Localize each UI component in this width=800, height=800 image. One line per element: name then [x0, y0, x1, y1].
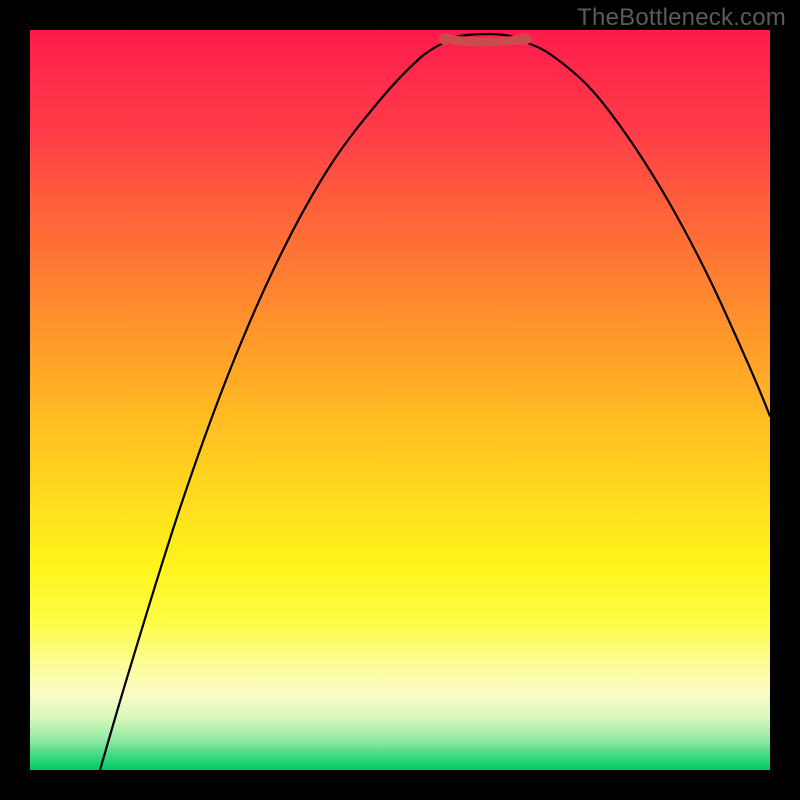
watermark-text: TheBottleneck.com — [577, 4, 786, 32]
chart-frame: TheBottleneck.com — [0, 0, 800, 800]
curve-svg — [30, 30, 770, 770]
highlight-segment — [445, 39, 525, 42]
highlight-dot-right — [519, 33, 531, 45]
plot-area — [30, 30, 770, 770]
curve-left — [100, 42, 445, 770]
highlight-dot-left — [439, 33, 451, 45]
curve-right — [525, 42, 770, 416]
